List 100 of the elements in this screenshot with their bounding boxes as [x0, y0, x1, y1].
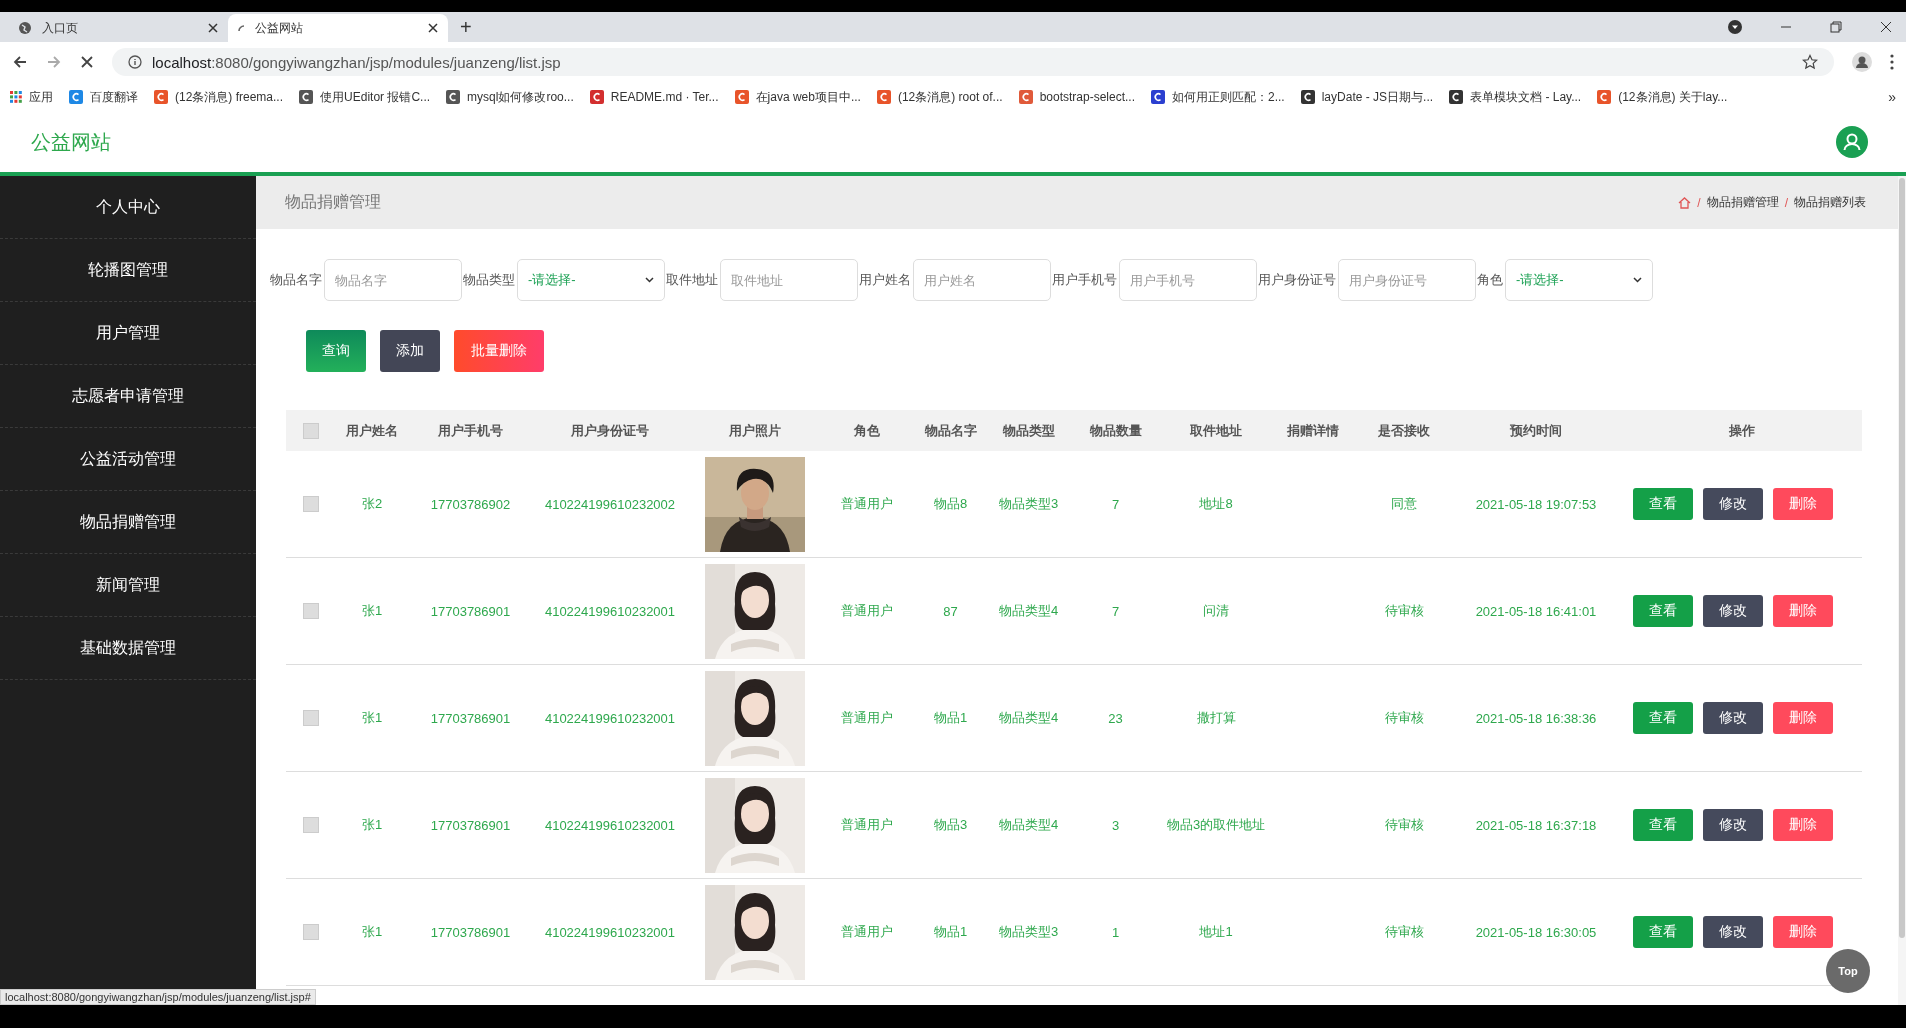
close-icon[interactable] — [208, 23, 218, 33]
column-header: 用户照片 — [727, 421, 782, 440]
bookmark[interactable]: (12条消息) root of... — [876, 88, 1003, 106]
sidebar-item[interactable]: 志愿者申请管理 — [0, 365, 256, 428]
table-cell-text: 2021-05-18 16:30:05 — [1474, 924, 1598, 940]
table-cell-text: 普通用户 — [839, 709, 894, 727]
site-favicon-icon — [154, 90, 168, 104]
bookmark[interactable]: 在java web项目中... — [734, 88, 861, 106]
row-checkbox[interactable] — [302, 603, 319, 619]
bookmark[interactable]: 百度翻译 — [69, 88, 138, 106]
column-header: 取件地址 — [1189, 421, 1243, 440]
sidebar-item[interactable]: 轮播图管理 — [0, 239, 256, 302]
select-all-checkbox[interactable] — [302, 422, 319, 439]
column-header: 预约时间 — [1509, 421, 1563, 440]
browser-tab[interactable]: 入口页 — [8, 14, 228, 42]
site-favicon-icon — [734, 90, 749, 104]
breadcrumb-separator: / — [1697, 195, 1701, 210]
more-bookmarks-button[interactable]: » — [1888, 89, 1896, 105]
sidebar-item[interactable]: 基础数据管理 — [0, 617, 256, 680]
back-to-top-button[interactable]: Top — [1826, 949, 1870, 993]
dropdown-icon[interactable] — [1728, 20, 1742, 34]
bookmark[interactable]: 表单模块文档 - Lay... — [1449, 88, 1582, 106]
sidebar-item[interactable]: 新闻管理 — [0, 554, 256, 617]
column-header: 角色 — [852, 421, 881, 440]
scrollbar-thumb[interactable] — [1899, 178, 1905, 938]
star-icon[interactable] — [1802, 54, 1818, 70]
table-cell-text: 17703786901 — [429, 710, 512, 726]
table-cell-text: 410224199610232001 — [543, 817, 677, 833]
column-header: 用户手机号 — [437, 421, 504, 440]
filter-input[interactable]: 物品名字 — [324, 259, 462, 301]
row-checkbox[interactable] — [302, 817, 319, 833]
restore-icon[interactable] — [1830, 21, 1842, 33]
edit-button[interactable]: 修改 — [1702, 916, 1763, 948]
site-favicon-icon — [1449, 90, 1464, 104]
stop-icon[interactable] — [80, 55, 94, 69]
new-tab-button[interactable]: + — [460, 17, 472, 37]
apps-grid-icon — [10, 91, 22, 103]
filter-input[interactable]: 取件地址 — [720, 259, 858, 301]
row-checkbox[interactable] — [302, 710, 319, 726]
forward-icon[interactable] — [46, 54, 62, 70]
bookmark[interactable]: 使用UEditor 报错C... — [299, 88, 431, 106]
add-button[interactable]: 添加 — [380, 330, 440, 372]
site-favicon-icon — [876, 90, 891, 104]
table-cell-text: 7 — [1110, 496, 1121, 512]
filter-input[interactable]: 用户姓名 — [913, 259, 1051, 301]
bookmark[interactable]: (12条消息) freema... — [154, 88, 284, 106]
table-cell-text: 张2 — [360, 495, 384, 513]
column-header: 物品数量 — [1088, 421, 1143, 440]
back-icon[interactable] — [12, 54, 28, 70]
home-icon[interactable] — [1678, 196, 1692, 209]
address-field[interactable]: localhost:8080/gongyiwangzhan/jsp/modules/juanzeng/list.jsp — [112, 48, 1834, 76]
table-cell-text: 410224199610232001 — [543, 603, 677, 619]
table-cell-text: 物品3 — [932, 816, 969, 834]
bookmark[interactable]: 应用 — [10, 88, 53, 106]
breadcrumb-link[interactable]: 物品捐赠管理 — [1706, 194, 1779, 211]
table-cell-text: 待审核 — [1383, 602, 1425, 620]
site-favicon-icon — [1151, 90, 1165, 104]
edit-button[interactable]: 修改 — [1702, 702, 1763, 734]
breadcrumb-separator: / — [1784, 195, 1788, 210]
bookmark[interactable]: 如何用正则匹配：2... — [1151, 88, 1285, 106]
table-cell-text: 撒打算 — [1195, 709, 1237, 727]
close-icon[interactable] — [1880, 21, 1892, 33]
edit-button[interactable]: 修改 — [1702, 809, 1763, 841]
row-checkbox[interactable] — [302, 924, 319, 940]
filter-label: 角色 — [1477, 271, 1503, 289]
table-cell-text: 17703786901 — [429, 924, 512, 940]
edit-button[interactable]: 修改 — [1702, 595, 1763, 627]
filter-label: 物品类型 — [463, 271, 515, 289]
browser-tab[interactable]: 公益网站 — [228, 14, 448, 42]
bookmark[interactable]: (12条消息) 关于lay... — [1597, 88, 1728, 106]
filter-select[interactable]: -请选择- — [517, 259, 665, 301]
table-cell-text: 物品类型4 — [997, 602, 1060, 620]
profile-icon[interactable] — [1852, 52, 1872, 72]
table-cell-text: 张1 — [360, 923, 384, 941]
table-cell-text: 2021-05-18 16:38:36 — [1474, 710, 1598, 726]
site-favicon-icon — [1018, 90, 1033, 104]
sidebar-item[interactable]: 物品捐赠管理 — [0, 491, 256, 554]
bookmark[interactable]: layDate - JS日期与... — [1300, 88, 1434, 106]
filter-select[interactable]: -请选择- — [1505, 259, 1653, 301]
close-icon[interactable] — [428, 23, 438, 33]
table-cell-text: 物品1 — [932, 709, 969, 727]
bookmark[interactable]: README.md · Ter... — [589, 90, 719, 104]
row-checkbox[interactable] — [302, 496, 319, 512]
bookmark[interactable]: mysql如何修改roo... — [446, 88, 574, 106]
site-favicon-icon — [1597, 90, 1612, 104]
filter-input[interactable]: 用户身份证号 — [1338, 259, 1476, 301]
page-title: 物品捐赠管理 — [285, 192, 381, 212]
edit-button[interactable]: 修改 — [1702, 488, 1763, 520]
search-button[interactable]: 查询 — [306, 330, 366, 372]
table-cell-text: 410224199610232001 — [543, 924, 677, 940]
user-avatar-icon[interactable] — [1836, 126, 1868, 158]
filter-input[interactable]: 用户手机号 — [1119, 259, 1257, 301]
table-cell-text: 物品3的取件地址 — [1165, 816, 1267, 834]
column-header: 物品名字 — [923, 421, 978, 440]
sidebar-item[interactable]: 用户管理 — [0, 302, 256, 365]
breadcrumb-link[interactable]: 物品捐赠列表 — [1794, 194, 1866, 211]
sidebar-item[interactable]: 公益活动管理 — [0, 428, 256, 491]
bookmark[interactable]: bootstrap-select... — [1018, 90, 1135, 104]
menu-icon[interactable] — [1890, 54, 1894, 70]
site-favicon-icon — [589, 90, 604, 104]
